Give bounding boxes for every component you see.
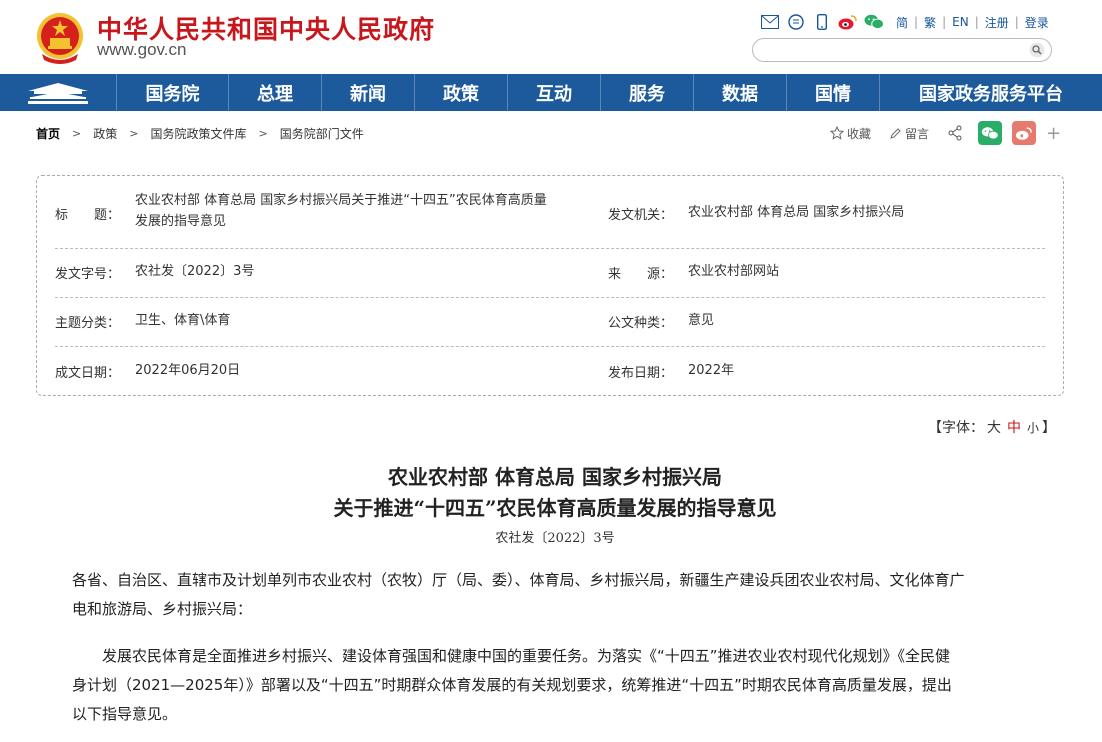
- more-share-icon[interactable]: +: [1046, 123, 1061, 144]
- favorite-button[interactable]: 收藏: [830, 125, 871, 142]
- title-label: 标 题：: [55, 208, 121, 223]
- login-link[interactable]: 登录: [1019, 14, 1055, 31]
- article-title-line2: 关于推进“十四五”农民体育高质量发展的指导意见: [333, 496, 777, 520]
- paragraph-line: 电和旅游局、乡村振兴局：: [72, 600, 253, 618]
- topic-label: 主题分类：: [55, 316, 121, 331]
- breadcrumb-department-files[interactable]: 国务院部门文件: [280, 125, 364, 142]
- title-value-line2: 发展的指导意见: [135, 214, 227, 229]
- nav-item-data[interactable]: 数据: [694, 74, 787, 111]
- article-paragraph: 发展农民体育是全面推进乡村振兴、建设体育强国和健康中国的重要任务。为落实《“十四…: [72, 642, 1034, 729]
- wechat-share-icon[interactable]: [978, 121, 1003, 145]
- star-icon: [830, 126, 844, 140]
- weibo-share-icon[interactable]: [1012, 121, 1037, 145]
- breadcrumb-home[interactable]: 首页: [36, 125, 60, 142]
- weibo-icon[interactable]: [838, 12, 858, 32]
- wechat-icon[interactable]: [864, 12, 884, 32]
- search-box: [752, 38, 1052, 62]
- english-link[interactable]: EN: [946, 15, 975, 29]
- paragraph-line: 各省、自治区、直辖市及计划单列市农业农村（农牧）厅（局、委）、体育局、乡村振兴局…: [72, 571, 965, 589]
- chevron-right-icon: >: [129, 126, 139, 140]
- article-paragraph: 各省、自治区、直辖市及计划单列市农业农村（农牧）厅（局、委）、体育局、乡村振兴局…: [72, 566, 1034, 624]
- issuer-label: 发文机关：: [608, 208, 674, 223]
- topic-value: 卫生、体育\体育: [135, 313, 231, 328]
- breadcrumb-policy[interactable]: 政策: [93, 125, 117, 142]
- register-link[interactable]: 注册: [979, 14, 1015, 31]
- docno-label: 发文字号：: [55, 267, 121, 282]
- article-title-line1: 农业农村部 体育总局 国家乡村振兴局: [388, 465, 722, 489]
- paragraph-line: 发展农民体育是全面推进乡村振兴、建设体育强国和健康中国的重要任务。为落实《“十四…: [72, 647, 951, 665]
- paragraph-line: 身计划（2021—2025年）》部署以及“十四五”时期群众体育发展的有关规划要求…: [72, 676, 952, 694]
- search-input[interactable]: [765, 41, 1025, 59]
- font-size-large[interactable]: 大: [987, 417, 1001, 437]
- nav-item-policy[interactable]: 政策: [415, 74, 508, 111]
- font-size-small[interactable]: 小: [1027, 419, 1039, 436]
- mobile-icon[interactable]: [812, 12, 832, 32]
- font-size-switcher: 【字体： 大 中 小 】: [928, 417, 1056, 437]
- font-size-suffix: 】: [1042, 420, 1057, 436]
- comment-label: 留言: [905, 126, 930, 141]
- breadcrumb-policy-library[interactable]: 国务院政策文件库: [150, 125, 246, 142]
- docno-value: 农社发〔2022〕3号: [135, 264, 255, 279]
- info-row-title: 标 题： 农业农村部 体育总局 国家乡村振兴局关于推进“十四五”农民体育高质量 …: [55, 176, 1045, 249]
- title-value: 农业农村部 体育总局 国家乡村振兴局关于推进“十四五”农民体育高质量 发展的指导…: [135, 190, 605, 232]
- document-info-box: 标 题： 农业农村部 体育总局 国家乡村振兴局关于推进“十四五”农民体育高质量 …: [36, 175, 1064, 396]
- nav-item-interaction[interactable]: 互动: [508, 74, 601, 111]
- chevron-right-icon: >: [258, 126, 268, 140]
- info-row-dates: 成文日期： 2022年06月20日 发布日期： 2022年: [55, 347, 1045, 395]
- pencil-icon: [890, 127, 901, 139]
- source-value: 农业农村部网站: [688, 264, 780, 279]
- nav-item-state-council[interactable]: 国务院: [117, 74, 229, 111]
- top-links: 简 | 繁 | EN | 注册 | 登录: [760, 11, 1055, 33]
- created-date-label: 成文日期：: [55, 366, 121, 381]
- source-label: 来 源：: [608, 267, 674, 282]
- site-header: 中华人民共和国中央人民政府 www.gov.cn 简 | 繁 | EN | 注册…: [0, 0, 1102, 74]
- favorite-label: 收藏: [847, 126, 872, 141]
- search-icon[interactable]: [1029, 42, 1045, 58]
- font-size-medium[interactable]: 中: [1007, 417, 1021, 437]
- mail-icon[interactable]: [760, 12, 780, 32]
- chevron-right-icon: >: [72, 126, 82, 140]
- tiananmen-logo-icon[interactable]: [0, 74, 117, 111]
- nav-item-national-conditions[interactable]: 国情: [787, 74, 880, 111]
- font-size-prefix: 【字体：: [928, 420, 984, 436]
- created-date-value: 2022年06月20日: [135, 363, 241, 378]
- article-doc-number: 农社发〔2022〕3号: [495, 531, 615, 546]
- traditional-chinese-link[interactable]: 繁: [918, 14, 942, 31]
- breadcrumb: 首页 > 政策 > 国务院政策文件库 > 国务院部门文件: [36, 124, 364, 142]
- info-row-topic: 主题分类： 卫生、体育\体育 公文种类： 意见: [55, 298, 1045, 347]
- published-date-value: 2022年: [688, 363, 735, 378]
- site-url: www.gov.cn: [97, 40, 187, 59]
- main-nav: 国务院 总理 新闻 政策 互动 服务 数据 国情 国家政务服务平台: [0, 74, 1102, 111]
- issuer-value: 农业农村部 体育总局 国家乡村振兴局: [688, 205, 905, 220]
- message-icon[interactable]: [786, 12, 806, 32]
- info-row-docno: 发文字号： 农社发〔2022〕3号 来 源： 农业农村部网站: [55, 249, 1045, 298]
- nav-item-premier[interactable]: 总理: [229, 74, 322, 111]
- published-date-label: 发布日期：: [608, 366, 674, 381]
- doctype-value: 意见: [688, 313, 715, 328]
- paragraph-line: 以下指导意见。: [72, 705, 178, 723]
- nav-item-service-platform[interactable]: 国家政务服务平台: [880, 74, 1102, 111]
- nav-item-services[interactable]: 服务: [601, 74, 694, 111]
- share-toolbar: 收藏 留言 +: [830, 120, 1061, 146]
- share-icon[interactable]: [947, 125, 966, 141]
- nav-item-news[interactable]: 新闻: [322, 74, 415, 111]
- simplified-chinese-link[interactable]: 简: [890, 14, 914, 31]
- national-emblem-icon[interactable]: [36, 10, 84, 64]
- comment-button[interactable]: 留言: [889, 125, 929, 142]
- doctype-label: 公文种类：: [608, 316, 674, 331]
- title-value-line1: 农业农村部 体育总局 国家乡村振兴局关于推进“十四五”农民体育高质量: [135, 193, 547, 208]
